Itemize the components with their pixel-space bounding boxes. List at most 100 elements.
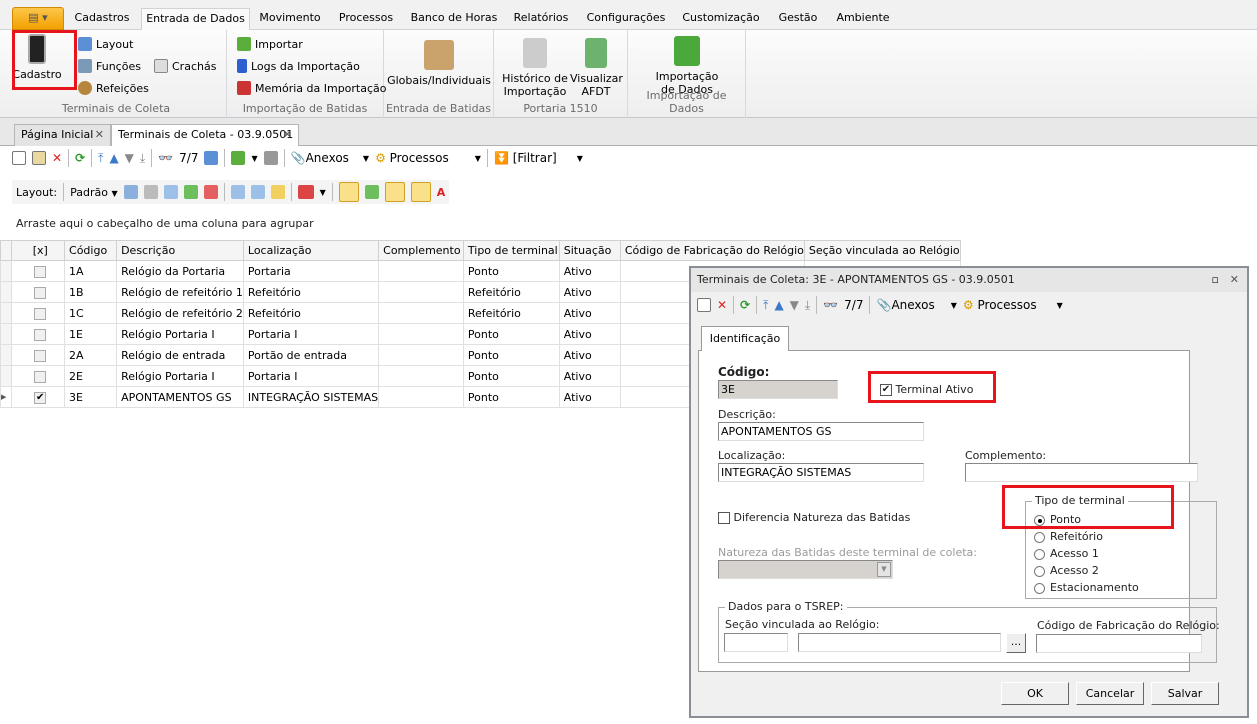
historico-importacao-button[interactable]: Histórico de Importação: [500, 38, 570, 98]
localizacao-field[interactable]: INTEGRAÇÃO SISTEMAS: [718, 463, 924, 482]
refresh-icon[interactable]: ⟳: [75, 151, 85, 165]
processos-dropdown-icon[interactable]: ▼: [475, 154, 481, 163]
tab-relatorios[interactable]: Relatórios: [506, 8, 576, 30]
processos-button[interactable]: ⚙ Processos: [375, 151, 449, 165]
tab-entrada-de-dados[interactable]: Entrada de Dados: [141, 8, 250, 30]
maximize-icon[interactable]: ▫: [1212, 268, 1219, 292]
view-toggle-icon-1[interactable]: [338, 182, 359, 202]
tipo-radio-option[interactable]: Estacionamento: [1034, 581, 1139, 594]
anexos-dropdown-icon[interactable]: ▼: [363, 154, 369, 163]
view-toggle-icon-4[interactable]: [410, 182, 431, 202]
refeicoes-button[interactable]: Refeições: [78, 81, 149, 95]
row-select-checkbox[interactable]: [11, 323, 66, 345]
layout-button[interactable]: Layout: [78, 37, 133, 51]
secao-description-field[interactable]: [798, 633, 1001, 652]
export-icon[interactable]: [231, 151, 246, 165]
column-header-complemento[interactable]: Complemento: [378, 240, 464, 261]
tab-movimento[interactable]: Movimento: [252, 8, 328, 30]
layout-disabled-icon[interactable]: [143, 185, 158, 199]
group-by-panel[interactable]: Arraste aqui o cabeçalho de uma coluna p…: [12, 210, 1257, 238]
new-icon[interactable]: [12, 151, 26, 165]
tab-gestao[interactable]: Gestão: [768, 8, 828, 30]
natureza-select[interactable]: ▼: [718, 560, 893, 579]
column-header-select[interactable]: [x]: [11, 240, 66, 261]
memoria-importacao-button[interactable]: Memória da Importação: [237, 81, 387, 95]
view-toggle-icon-3[interactable]: [384, 182, 405, 202]
importacao-de-dados-button[interactable]: Importação de Dados: [628, 36, 746, 96]
edit-icon[interactable]: [32, 151, 46, 165]
tab-processos[interactable]: Processos: [330, 8, 402, 30]
row-select-checkbox[interactable]: [11, 302, 66, 324]
previous-record-icon[interactable]: ▲: [774, 298, 783, 312]
view-toggle-icon-2[interactable]: [364, 185, 379, 199]
print-icon[interactable]: [263, 151, 278, 165]
close-icon[interactable]: ✕: [95, 125, 104, 145]
columns-icon[interactable]: [230, 185, 245, 199]
filtrar-button[interactable]: ⏬ [Filtrar]: [494, 151, 557, 165]
tipo-radio-option[interactable]: Acesso 2: [1034, 564, 1099, 577]
export-dropdown-icon[interactable]: ▼: [251, 154, 257, 163]
row-select-checkbox[interactable]: [11, 260, 66, 282]
column-header-situacao[interactable]: Situação: [558, 240, 621, 261]
processos-dropdown-icon[interactable]: ▼: [1057, 301, 1063, 310]
tab-banco-de-horas[interactable]: Banco de Horas: [404, 8, 504, 30]
font-icon[interactable]: A: [437, 186, 446, 199]
chart-icon[interactable]: [297, 185, 314, 199]
calendar-grid-icon[interactable]: [204, 151, 219, 165]
diferencia-natureza-checkbox[interactable]: Diferencia Natureza das Batidas: [718, 511, 910, 524]
row-select-checkbox[interactable]: [11, 281, 66, 303]
anexos-dropdown-icon[interactable]: ▼: [951, 301, 957, 310]
import-layout-icon[interactable]: [183, 185, 198, 199]
delete-icon[interactable]: ✕: [52, 151, 62, 165]
logs-importacao-button[interactable]: Logs da Importação: [237, 59, 360, 73]
row-select-checkbox[interactable]: ✔: [11, 386, 66, 408]
new-icon[interactable]: [697, 298, 711, 312]
row-select-checkbox[interactable]: [11, 365, 66, 387]
refresh-icon[interactable]: ⟳: [740, 298, 750, 312]
sum-icon[interactable]: [250, 185, 265, 199]
layout-preset-dropdown[interactable]: Padrão ▼: [70, 186, 118, 199]
codigo-field[interactable]: 3E: [718, 380, 838, 399]
save-layout-icon[interactable]: [123, 185, 138, 199]
doc-tab-pagina-inicial[interactable]: Página Inicial ✕: [14, 124, 111, 146]
column-header-codigo-fabricacao[interactable]: Código de Fabricação do Relógio: [619, 240, 805, 261]
fabricacao-field[interactable]: [1036, 634, 1202, 653]
chart-dropdown-icon[interactable]: ▼: [320, 188, 326, 197]
next-record-icon[interactable]: ▼: [125, 151, 134, 165]
column-header-secao[interactable]: Seção vinculada ao Relógio: [803, 240, 961, 261]
format-icon[interactable]: [270, 185, 285, 199]
close-icon[interactable]: ✕: [283, 125, 292, 145]
column-header-descricao[interactable]: Descrição: [116, 240, 244, 261]
tab-identificacao[interactable]: Identificação: [701, 326, 789, 351]
grid-layout-icon[interactable]: [163, 185, 178, 199]
previous-record-icon[interactable]: ▲: [109, 151, 118, 165]
first-record-icon[interactable]: ⤒: [98, 151, 103, 166]
tipo-radio-option[interactable]: Acesso 1: [1034, 547, 1099, 560]
crachas-button[interactable]: Crachás: [154, 59, 216, 73]
close-icon[interactable]: ✕: [1230, 268, 1239, 292]
browse-secao-button[interactable]: ...: [1006, 633, 1026, 653]
complemento-field[interactable]: [965, 463, 1198, 482]
last-record-icon[interactable]: ⤓: [805, 298, 810, 313]
delete-icon[interactable]: ✕: [717, 298, 727, 312]
tab-customizacao[interactable]: Customização: [676, 8, 766, 30]
cancel-button[interactable]: Cancelar: [1076, 682, 1144, 705]
doc-tab-terminais[interactable]: Terminais de Coleta - 03.9.0501 ✕: [111, 124, 299, 146]
tab-configuracoes[interactable]: Configurações: [578, 8, 674, 30]
tab-ambiente[interactable]: Ambiente: [830, 8, 896, 30]
column-header-localizacao[interactable]: Localização: [242, 240, 380, 261]
ok-button[interactable]: OK: [1001, 682, 1069, 705]
funcoes-button[interactable]: Funções: [78, 59, 141, 73]
binoculars-icon[interactable]: 👓: [823, 298, 838, 312]
column-header-tipo[interactable]: Tipo de terminal: [462, 240, 560, 261]
row-select-checkbox[interactable]: [11, 344, 66, 366]
descricao-field[interactable]: APONTAMENTOS GS: [718, 422, 924, 441]
processos-button[interactable]: ⚙ Processos: [963, 298, 1037, 312]
filtrar-dropdown-icon[interactable]: ▼: [577, 154, 583, 163]
visualizar-afdt-button[interactable]: Visualizar AFDT: [570, 38, 623, 98]
binoculars-icon[interactable]: 👓: [158, 151, 173, 165]
anexos-button[interactable]: 📎Anexos: [291, 151, 349, 165]
app-menu-button[interactable]: ▤ ▾: [12, 7, 64, 30]
tab-cadastros[interactable]: Cadastros: [66, 8, 138, 30]
next-record-icon[interactable]: ▼: [790, 298, 799, 312]
